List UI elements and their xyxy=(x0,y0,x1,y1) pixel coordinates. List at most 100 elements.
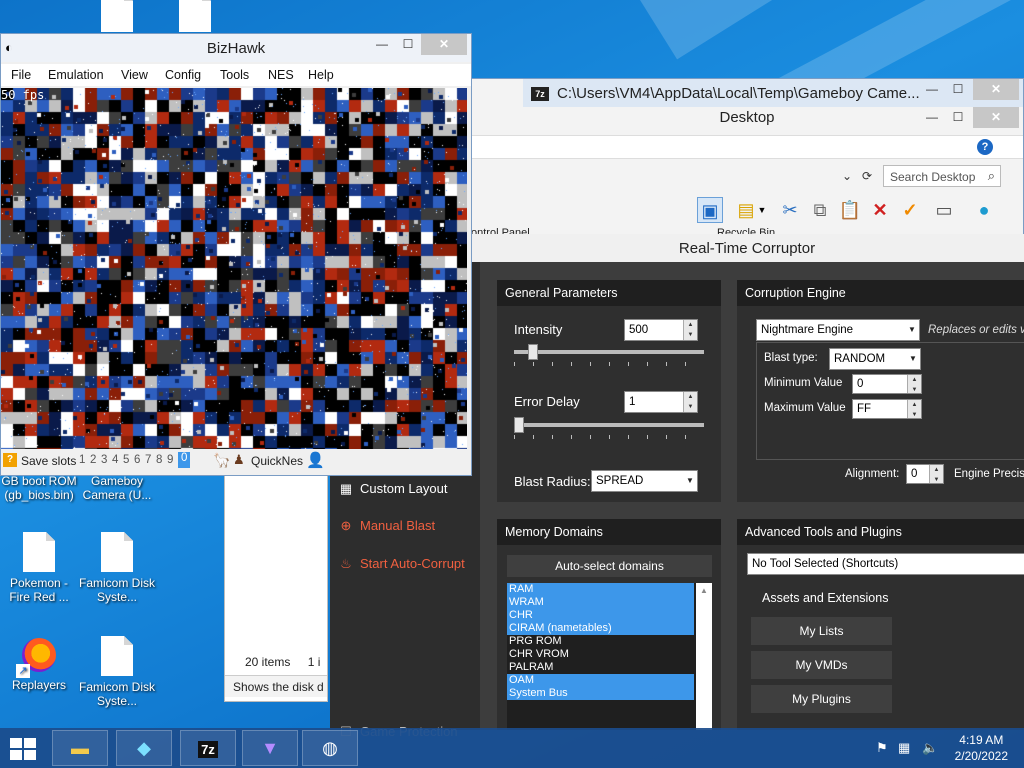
paste-icon[interactable]: 📋 xyxy=(837,197,863,223)
save-slot-5[interactable]: 5 xyxy=(123,454,129,466)
search-input[interactable]: Search Desktop ⌕ xyxy=(883,165,1001,187)
memory-domain-item[interactable]: WRAM xyxy=(507,596,694,609)
explorer-titlebar[interactable]: 7z C:\Users\VM4\AppData\Local\Temp\Gameb… xyxy=(523,79,1023,107)
desktop-icon-gameboy-camera[interactable]: Gameboy Camera (U... xyxy=(78,474,156,502)
volume-muted-icon[interactable]: 🔈 xyxy=(922,740,938,756)
desktop-icon-famicom-disk-2[interactable]: Famicom Disk Syste... xyxy=(78,636,156,708)
blast-type-select[interactable]: RANDOM ▼ xyxy=(829,348,921,370)
save-slot-3[interactable]: 3 xyxy=(101,454,107,466)
memory-domain-item[interactable]: RAM xyxy=(507,583,694,596)
start-button[interactable] xyxy=(10,738,38,760)
desktop-icon-famicom-disk-1[interactable]: Famicom Disk Syste... xyxy=(78,532,156,604)
alignment-input[interactable]: 0 ▲ ▼ xyxy=(906,464,944,484)
memory-domain-item[interactable]: OAM xyxy=(507,674,694,687)
maximize-button[interactable]: ☐ xyxy=(945,79,971,100)
save-slot-2[interactable]: 2 xyxy=(90,454,96,466)
menu-nes[interactable]: NES xyxy=(268,68,294,82)
save-slot-7[interactable]: 7 xyxy=(145,454,151,466)
menu-tools[interactable]: Tools xyxy=(220,68,249,82)
minimize-button[interactable]: — xyxy=(919,79,945,100)
slider-knob[interactable] xyxy=(528,344,539,360)
tool-select[interactable]: No Tool Selected (Shortcuts) xyxy=(747,553,1024,575)
spinner-icon[interactable]: ▲ ▼ xyxy=(683,392,697,412)
spinner-icon[interactable]: ▲ ▼ xyxy=(683,320,697,340)
desktop-icon-gb-boot-rom[interactable]: GB boot ROM (gb_bios.bin) xyxy=(0,474,78,502)
desktop-icon-top-1[interactable] xyxy=(78,0,156,36)
error-delay-input[interactable]: 1 ▲ ▼ xyxy=(624,391,698,413)
desktop-icon-pokemon-fire-red[interactable]: Pokemon - Fire Red ... xyxy=(0,532,78,604)
memory-domain-item[interactable]: PRG ROM xyxy=(507,635,694,648)
memory-domain-item[interactable]: PALRAM xyxy=(507,661,694,674)
cut-icon[interactable]: ✂ xyxy=(777,197,803,223)
save-slot-1[interactable]: 1 xyxy=(79,454,85,466)
dropdown-arrow-icon[interactable]: ▼ xyxy=(755,197,769,223)
taskbar-bizhawk[interactable]: ◍ xyxy=(302,730,358,766)
memory-domain-item[interactable]: CIRAM (nametables) xyxy=(507,622,694,635)
scrollbar[interactable]: ▲ xyxy=(696,583,712,730)
save-slot-4[interactable]: 4 xyxy=(112,454,118,466)
menu-file[interactable]: File xyxy=(11,68,31,82)
minimum-value-input[interactable]: 0 ▲ ▼ xyxy=(852,374,922,394)
spinner-icon[interactable]: ▲ ▼ xyxy=(929,465,943,483)
taskbar-file-explorer[interactable]: ▬ xyxy=(52,730,108,766)
engine-select[interactable]: Nightmare Engine ▼ xyxy=(756,319,920,341)
intensity-slider[interactable] xyxy=(514,344,704,366)
auto-select-domains-button[interactable]: Auto-select domains xyxy=(507,555,712,577)
menu-config[interactable]: Config xyxy=(165,68,201,82)
corrupted-game-display xyxy=(1,88,467,449)
settings-shell-icon[interactable]: ● xyxy=(971,197,997,223)
spinner-icon[interactable]: ▲ ▼ xyxy=(907,375,921,393)
spinner-icon[interactable]: ▲ ▼ xyxy=(907,400,921,418)
close-button[interactable]: ✕ xyxy=(973,79,1019,100)
taskbar-gem-app[interactable]: ◆ xyxy=(116,730,172,766)
maximum-value-input[interactable]: FF ▲ ▼ xyxy=(852,399,922,419)
save-slot-9[interactable]: 9 xyxy=(167,454,173,466)
menu-help[interactable]: Help xyxy=(308,68,334,82)
maximize-button[interactable]: ☐ xyxy=(395,34,421,55)
clock[interactable]: 4:19 AM 2/20/2022 xyxy=(955,732,1008,764)
help-icon[interactable]: ? xyxy=(977,139,993,155)
clock-time: 4:19 AM xyxy=(959,733,1004,747)
action-center-flag-icon[interactable]: ⚑ xyxy=(876,740,888,756)
taskbar-7zip[interactable]: 7z xyxy=(180,730,236,766)
refresh-icon[interactable]: ⟳ xyxy=(857,165,877,187)
close-button[interactable]: ✕ xyxy=(421,34,467,55)
network-icon[interactable]: ▦ xyxy=(898,740,910,756)
my-vmds-button[interactable]: My VMDs xyxy=(751,651,892,679)
desktop-icon-replayers[interactable]: Replayers xyxy=(0,636,78,692)
memory-domain-item[interactable]: System Bus xyxy=(507,687,694,700)
start-auto-corrupt-button[interactable]: ♨ Start Auto-Corrupt xyxy=(338,556,465,572)
intensity-input[interactable]: 500 ▲ ▼ xyxy=(624,319,698,341)
minimize-button[interactable]: — xyxy=(369,34,395,55)
corruption-engine-panel: Corruption Engine Nightmare Engine ▼ Rep… xyxy=(737,280,1024,502)
my-lists-button[interactable]: My Lists xyxy=(751,617,892,645)
manual-blast-button[interactable]: ⊕ Manual Blast xyxy=(338,518,436,534)
document-icon xyxy=(23,532,55,572)
save-slot-6[interactable]: 6 xyxy=(134,454,140,466)
my-plugins-button[interactable]: My Plugins xyxy=(751,685,892,713)
blast-radius-select[interactable]: SPREAD ▼ xyxy=(591,470,698,492)
memory-domain-list[interactable]: ▲ RAM WRAM CHR CIRAM (nametables) PRG ROM CHR … xyxy=(507,583,712,730)
error-delay-slider[interactable] xyxy=(514,417,704,439)
custom-layout-button[interactable]: ▦ Custom Layout xyxy=(338,481,448,497)
emulator-screen[interactable]: 50 fps xyxy=(1,88,467,449)
menu-view[interactable]: View xyxy=(121,68,148,82)
copy-icon[interactable]: ⧉ xyxy=(807,197,833,223)
rename-icon[interactable]: ▭ xyxy=(931,197,957,223)
view-pane-icon[interactable]: ▣ xyxy=(697,197,723,223)
delete-icon[interactable]: ✕ xyxy=(867,197,893,223)
slider-knob[interactable] xyxy=(514,417,524,433)
memory-domain-item[interactable]: CHR xyxy=(507,609,694,622)
search-icon: ⌕ xyxy=(987,168,995,183)
controller-icon: 🦙 xyxy=(213,452,231,468)
save-slot-8[interactable]: 8 xyxy=(156,454,162,466)
save-slot-0[interactable]: 0 xyxy=(178,452,191,468)
taskbar-rtc[interactable]: ▼ xyxy=(242,730,298,766)
checkmark-icon[interactable]: ✓ xyxy=(897,197,923,223)
address-bar[interactable]: ? xyxy=(471,135,1023,159)
dropdown-arrow-icon[interactable]: ⌄ xyxy=(837,165,857,187)
desktop-icon-top-2[interactable] xyxy=(156,0,234,36)
bizhawk-titlebar[interactable]: ◐ BizHawk — ☐ ✕ xyxy=(1,34,471,62)
memory-domain-item[interactable]: CHR VROM xyxy=(507,648,694,661)
menu-emulation[interactable]: Emulation xyxy=(48,68,104,82)
